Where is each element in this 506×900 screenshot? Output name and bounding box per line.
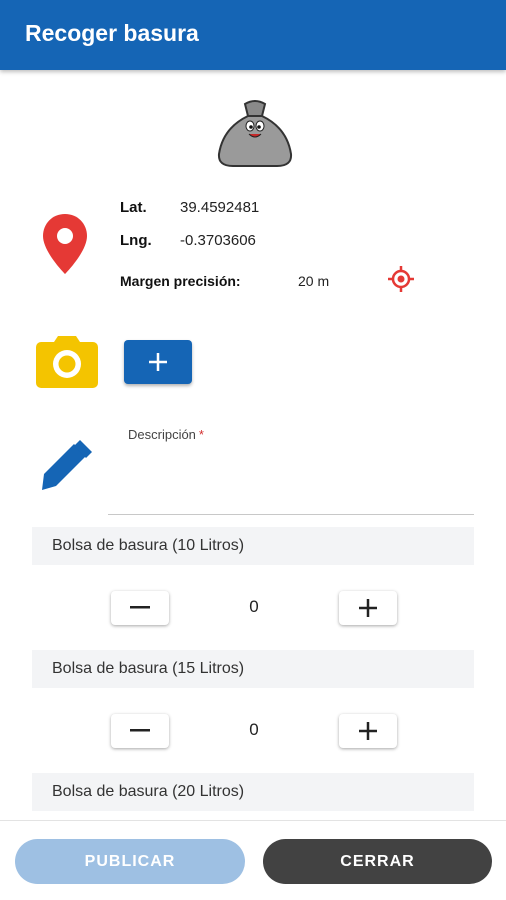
- plus-icon: [359, 599, 377, 617]
- description-underline: [108, 514, 474, 515]
- camera-icon: [36, 336, 98, 388]
- bag-10-count: 0: [249, 597, 259, 616]
- precision-value: 20 m: [298, 273, 330, 289]
- latitude-label: Lat.: [120, 199, 147, 216]
- description-input[interactable]: [108, 446, 474, 512]
- pencil-icon: [42, 440, 92, 490]
- latitude-value: 39.4592481: [180, 199, 260, 216]
- longitude-value: -0.3703606: [180, 232, 256, 249]
- precision-label: Margen precisión:: [120, 273, 241, 289]
- bag-15-decrement-button[interactable]: [111, 714, 169, 748]
- app-bar: Recoger basura: [0, 0, 506, 70]
- description-label: Descripción *: [128, 427, 204, 442]
- bag-15-increment-button[interactable]: [339, 714, 397, 748]
- minus-icon: [130, 729, 150, 732]
- page-title: Recoger basura: [25, 20, 199, 46]
- bag-10-decrement-button[interactable]: [111, 591, 169, 625]
- bag-10-increment-button[interactable]: [339, 591, 397, 625]
- publish-button[interactable]: PUBLICAR: [15, 839, 245, 884]
- trash-bag-icon: [217, 100, 293, 167]
- bag-15-header: Bolsa de basura (15 Litros): [32, 650, 474, 688]
- bag-10-header: Bolsa de basura (10 Litros): [32, 527, 474, 565]
- bag-15-count: 0: [249, 720, 259, 739]
- plus-icon: [149, 353, 167, 371]
- location-pin-icon: [43, 214, 87, 274]
- add-photo-button[interactable]: [124, 340, 192, 384]
- required-marker: *: [198, 427, 204, 442]
- footer-divider: [0, 820, 506, 821]
- plus-icon: [359, 722, 377, 740]
- longitude-label: Lng.: [120, 232, 152, 249]
- minus-icon: [130, 606, 150, 609]
- close-button[interactable]: CERRAR: [263, 839, 492, 884]
- bag-20-header: Bolsa de basura (20 Litros): [32, 773, 474, 811]
- gps-target-icon[interactable]: [388, 266, 414, 292]
